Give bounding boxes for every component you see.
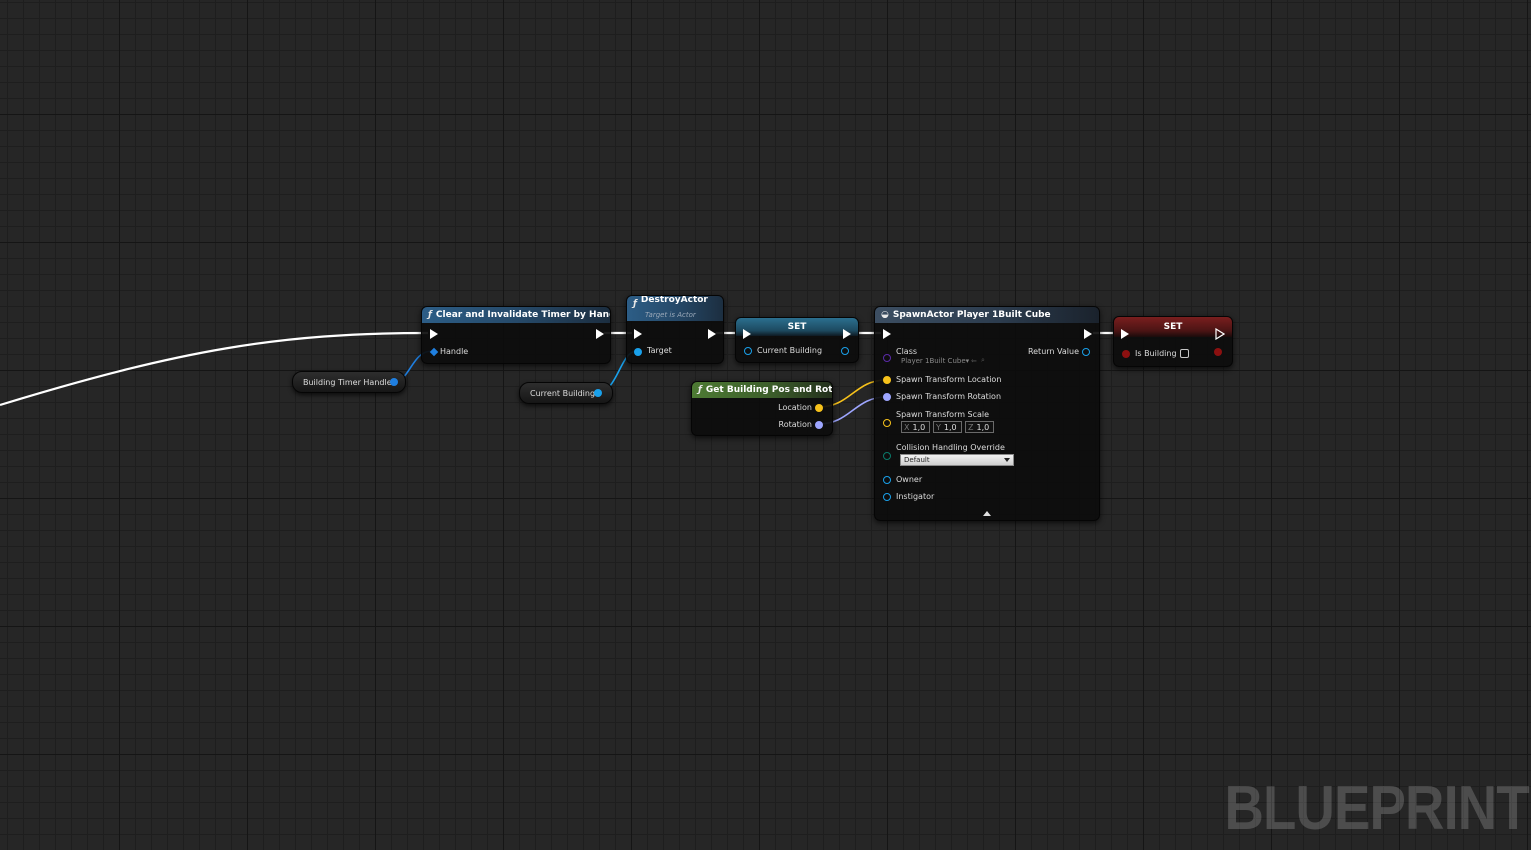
clear-timer-header[interactable]: ƒ Clear and Invalidate Timer by Handle [422, 307, 610, 323]
current-building-set-label: Current Building [757, 346, 823, 355]
scale-z-input[interactable]: Z 1,0 [965, 421, 994, 433]
function-icon: ƒ [698, 385, 702, 395]
target-pin[interactable] [634, 348, 642, 356]
destroy-actor-subtitle: Target is Actor [645, 311, 696, 319]
exec-out-pin[interactable] [1215, 328, 1225, 340]
exec-out-pin[interactable] [843, 329, 851, 339]
class-value: Player 1Built Cube [901, 357, 966, 365]
instigator-pin[interactable] [883, 493, 891, 501]
chevron-down-icon [1004, 458, 1010, 462]
collision-value: Default [904, 456, 930, 464]
owner-label: Owner [896, 475, 923, 484]
blueprint-watermark: BLUEPRINT [1224, 774, 1530, 843]
collision-dropdown[interactable]: Default [900, 454, 1014, 466]
spawn-rotation-pin[interactable] [883, 393, 891, 401]
class-value-select[interactable]: Player 1Built Cube▾ [901, 357, 969, 365]
set-is-building-title: SET [1163, 322, 1183, 332]
spawn-location-label: Spawn Transform Location [896, 375, 1002, 384]
browse-icon[interactable]: ⌕ [981, 356, 985, 365]
handle-pin[interactable] [429, 347, 439, 357]
destroy-actor-title: DestroyActor [640, 296, 708, 305]
target-label: Target [647, 346, 672, 355]
exec-out-pin[interactable] [596, 329, 604, 339]
scale-x-input[interactable]: X 1,0 [901, 421, 930, 433]
clear-timer-title: Clear and Invalidate Timer by Handle [435, 310, 610, 320]
scale-y-value: 1,0 [943, 423, 957, 432]
use-asset-icon[interactable]: ⇐ [971, 357, 977, 365]
building-timer-handle-pin[interactable] [390, 378, 398, 386]
exec-in-pin[interactable] [883, 329, 891, 339]
set-current-building-node[interactable]: SET Current Building [735, 317, 859, 363]
scale-vector-inputs: X 1,0 Y 1,0 Z 1,0 [901, 421, 1001, 433]
current-building-getter-node[interactable]: Current Building [519, 382, 613, 404]
scale-z-value: 1,0 [976, 423, 990, 432]
exec-wire-incoming [0, 331, 429, 407]
function-icon: ƒ [633, 299, 637, 309]
chevron-down-icon: ▾ [965, 357, 970, 365]
scale-x-value: 1,0 [912, 423, 926, 432]
current-building-out-pin[interactable] [841, 347, 849, 355]
rotation-pin[interactable] [815, 421, 823, 429]
destroy-actor-header[interactable]: ƒ DestroyActor Target is Actor [627, 296, 723, 321]
is-building-label: Is Building [1135, 349, 1177, 358]
get-building-pos-rot-header[interactable]: ƒ Get Building Pos and Rot [692, 382, 832, 398]
scale-x-axis: X [904, 423, 910, 432]
collision-pin[interactable] [883, 452, 891, 460]
exec-in-pin[interactable] [743, 329, 751, 339]
is-building-in-pin[interactable] [1122, 350, 1130, 358]
return-value-pin[interactable] [1082, 348, 1090, 356]
instigator-label: Instigator [896, 492, 935, 501]
spawn-actor-node[interactable]: ◒ SpawnActor Player 1Built Cube Class Pla… [874, 306, 1100, 521]
return-value-label: Return Value [1027, 347, 1079, 356]
is-building-checkbox[interactable] [1180, 349, 1189, 358]
scale-y-axis: Y [936, 423, 941, 432]
current-building-getter-pin[interactable] [594, 389, 602, 397]
exec-in-pin[interactable] [634, 329, 642, 339]
collision-label: Collision Handling Override [896, 443, 1005, 452]
class-pin[interactable] [883, 354, 891, 362]
exec-in-pin[interactable] [1121, 329, 1129, 339]
get-building-pos-rot-title: Get Building Pos and Rot [705, 385, 832, 395]
building-timer-handle-node[interactable]: Building Timer Handle [292, 371, 406, 393]
exec-in-pin[interactable] [430, 329, 438, 339]
scale-z-axis: Z [968, 423, 974, 432]
current-building-in-pin[interactable] [744, 347, 752, 355]
is-building-out-pin[interactable] [1214, 348, 1222, 356]
spawn-actor-header[interactable]: ◒ SpawnActor Player 1Built Cube [875, 307, 1099, 323]
owner-pin[interactable] [883, 476, 891, 484]
set-current-building-title: SET [787, 322, 807, 332]
scale-y-input[interactable]: Y 1,0 [933, 421, 962, 433]
spawn-icon: ◒ [881, 310, 889, 320]
exec-out-pin[interactable] [708, 329, 716, 339]
get-building-pos-rot-node[interactable]: ƒ Get Building Pos and Rot Location Rotat… [691, 381, 833, 436]
destroy-actor-node[interactable]: ƒ DestroyActor Target is Actor Target [626, 295, 724, 364]
clear-timer-node[interactable]: ƒ Clear and Invalidate Timer by Handle Ha… [421, 306, 611, 364]
building-timer-handle-label: Building Timer Handle [303, 378, 392, 387]
spawn-actor-title: SpawnActor Player 1Built Cube [892, 310, 1051, 320]
function-icon: ƒ [428, 310, 432, 320]
handle-label: Handle [440, 347, 469, 356]
spawn-scale-pin[interactable] [883, 419, 891, 427]
spawn-location-pin[interactable] [883, 376, 891, 384]
set-is-building-node[interactable]: SET Is Building [1113, 316, 1233, 367]
rotation-label: Rotation [778, 420, 812, 429]
location-pin[interactable] [815, 404, 823, 412]
location-label: Location [778, 403, 812, 412]
class-label: Class [896, 347, 918, 356]
spawn-rotation-label: Spawn Transform Rotation [896, 392, 1002, 401]
set-current-building-header[interactable]: SET [736, 318, 858, 336]
exec-out-pin[interactable] [1084, 329, 1092, 339]
collapse-arrow-icon[interactable] [983, 511, 991, 516]
current-building-getter-label: Current Building [530, 389, 596, 398]
spawn-scale-label: Spawn Transform Scale [896, 410, 990, 419]
